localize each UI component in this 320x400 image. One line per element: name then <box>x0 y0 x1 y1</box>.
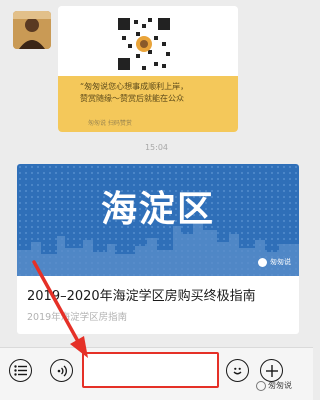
plus-button[interactable] <box>260 359 283 382</box>
emoji-icon <box>233 367 242 375</box>
article-title: 2019–2020年海淀学区房购买终极指南 <box>27 289 256 304</box>
chat-input-bar <box>0 347 313 400</box>
voice-button[interactable] <box>50 359 73 382</box>
qr-caption: 匆匆说 扫码赞赏 <box>88 120 132 127</box>
qr-message-panel: “匆匆说您心想事成顺利上岸， 赞赏随缘～赞赏后就能在公众 匆匆说 扫码赞赏 <box>58 76 238 132</box>
qr-code-area <box>58 6 238 76</box>
qr-message-line-2: 赞赏随缘～赞赏后就能在公众 <box>80 94 184 103</box>
watermark-label: 匆匆说 <box>270 258 291 266</box>
article-subtitle: 2019年海淀学区房指南 <box>27 312 128 323</box>
banner-title: 海淀区 <box>100 189 215 230</box>
qr-reward-card[interactable]: “匆匆说您心想事成顺利上岸， 赞赏随缘～赞赏后就能在公众 匆匆说 扫码赞赏 <box>58 6 238 132</box>
avatar[interactable] <box>13 11 51 49</box>
brand-watermark: 匆匆说 <box>256 380 292 391</box>
voice-icon <box>57 365 67 376</box>
message-input[interactable] <box>82 352 219 388</box>
qr-message-line-1: “匆匆说您心想事成顺利上岸， <box>80 82 189 91</box>
brand-logo-icon <box>256 380 266 391</box>
article-card[interactable]: 海淀区 匆匆说 2019–2020年海淀学区房购买终极指南 2019年海淀学区房… <box>17 164 299 334</box>
qr-code-image <box>114 14 174 74</box>
avatar-image <box>13 11 51 49</box>
article-banner: 海淀区 匆匆说 <box>17 164 299 276</box>
wechat-icon <box>258 257 267 267</box>
emoji-button[interactable] <box>226 359 249 382</box>
message-timestamp: 15:04 <box>144 143 169 152</box>
plus-icon <box>265 364 278 377</box>
brand-label: 匆匆说 <box>268 381 292 390</box>
banner-watermark: 匆匆说 <box>258 257 291 267</box>
menu-button[interactable] <box>9 359 32 382</box>
menu-list-icon <box>14 365 27 376</box>
